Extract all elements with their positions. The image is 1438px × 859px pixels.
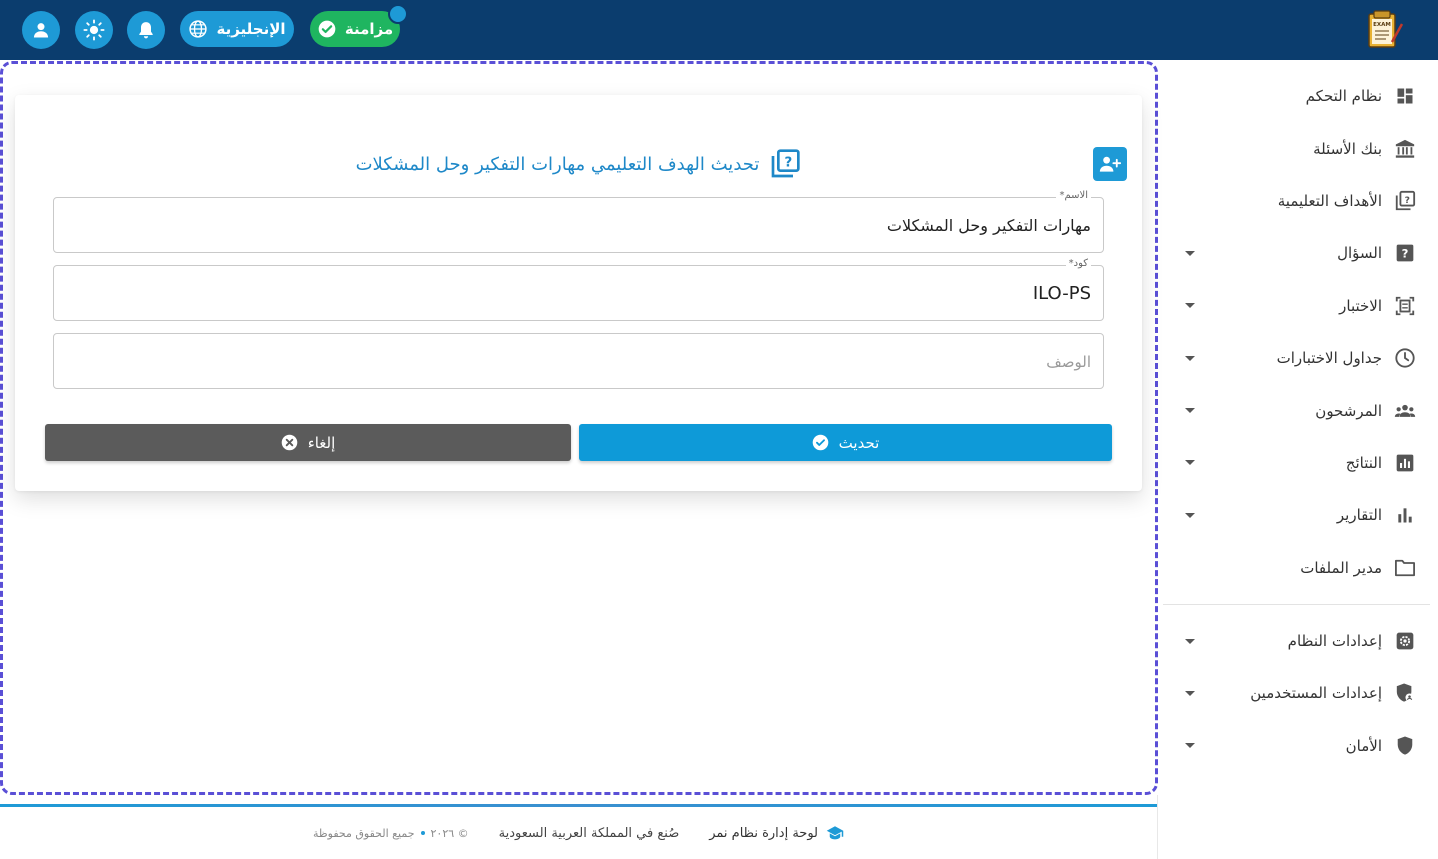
update-button[interactable]: تحديث (579, 424, 1112, 461)
chevron-down-icon (1185, 250, 1195, 256)
sidebar-item-question-bank[interactable]: بنك الأسئلة (1163, 122, 1438, 174)
sidebar-item-label: إعدادات النظام (1287, 632, 1382, 651)
sidebar-edge (1157, 795, 1158, 859)
chevron-down-icon (1185, 638, 1195, 644)
svg-text:?: ? (1405, 195, 1410, 206)
page-title: تحديث الهدف التعليمي مهارات التفكير وحل … (355, 153, 760, 175)
sidebar-item-exam[interactable]: الاختبار (1163, 280, 1438, 332)
sidebar-item-results[interactable]: النتائج (1163, 437, 1438, 489)
sidebar-item-label: بنك الأسئلة (1313, 139, 1382, 158)
sync-label: مزامنة (344, 20, 394, 38)
sidebar-item-file-manager[interactable]: مدير الملفات (1163, 542, 1438, 594)
chevron-down-icon (1185, 743, 1195, 749)
name-field: الاسم* (53, 190, 1104, 253)
update-objective-card: تحديث الهدف التعليمي مهارات التفكير وحل … (15, 95, 1142, 491)
rights-text: جميع الحقوق محفوظة (313, 826, 415, 840)
sidebar-item-question[interactable]: السؤال ? (1163, 227, 1438, 279)
settings-icon (1394, 630, 1416, 652)
description-input[interactable] (54, 334, 1103, 388)
sidebar-item-label: السؤال (1337, 244, 1382, 263)
cancel-button[interactable]: إلغاء (45, 424, 571, 461)
sidebar-item-label: إعدادات المستخدمين (1250, 684, 1382, 703)
app-logo: EXAM (1362, 8, 1406, 52)
footer-brand-text: لوحة إدارة نظام نمر (709, 825, 819, 841)
description-field (53, 333, 1104, 389)
chevron-down-icon (1185, 355, 1195, 361)
footer-made-in: صُنع في المملكة العربية السعودية (498, 825, 680, 841)
chevron-down-icon (1185, 460, 1195, 466)
theme-toggle-button[interactable] (75, 11, 113, 49)
sidebar-item-label: نظام التحكم (1305, 87, 1382, 106)
sidebar-item-learning-objectives[interactable]: الأهداف التعليمية ? (1163, 175, 1438, 227)
folder-icon (1394, 557, 1416, 579)
sidebar-item-dashboard[interactable]: نظام التحكم (1163, 70, 1438, 122)
code-field: كود* (53, 258, 1104, 321)
chevron-down-icon (1185, 690, 1195, 696)
bar-chart-icon (1394, 504, 1416, 526)
profile-button[interactable] (22, 11, 60, 49)
sync-status-dot (388, 4, 408, 24)
sidebar-item-label: النتائج (1345, 453, 1382, 472)
footer-dot (420, 831, 425, 835)
sidebar-item-exam-schedules[interactable]: جداول الاختبارات (1163, 332, 1438, 384)
question-book-icon: ? (1394, 190, 1416, 212)
dashboard-icon (1394, 85, 1416, 107)
sidebar-item-label: الأهداف التعليمية (1277, 191, 1382, 210)
user-icon (33, 23, 49, 38)
chevron-down-icon (1185, 303, 1195, 309)
question-book-icon: ? (772, 149, 801, 178)
language-label: الإنجليزية (216, 20, 286, 38)
form-header: تحديث الهدف التعليمي مهارات التفكير وحل … (15, 145, 1142, 183)
sidebar-item-label: المرشحون (1315, 401, 1382, 420)
question-icon: ? (1394, 242, 1416, 264)
bank-icon (1394, 138, 1416, 160)
user-shield-icon (1394, 682, 1416, 704)
chevron-down-icon (1185, 512, 1195, 518)
globe-icon (189, 20, 208, 38)
sidebar: نظام التحكم بنك الأسئلة الأهداف التعليمي… (1163, 70, 1438, 772)
sidebar-item-user-settings[interactable]: إعدادات المستخدمين (1163, 667, 1438, 719)
language-button[interactable]: الإنجليزية (180, 11, 294, 47)
cancel-label: إلغاء (307, 433, 336, 452)
name-input[interactable] (54, 198, 1103, 252)
shield-icon (1394, 735, 1416, 757)
sidebar-item-label: التقارير (1336, 506, 1382, 525)
close-circle-icon (281, 434, 297, 451)
sidebar-item-reports[interactable]: التقارير (1163, 489, 1438, 541)
update-label: تحديث (838, 433, 880, 452)
footer-brand: لوحة إدارة نظام نمر (709, 825, 844, 841)
sun-icon (83, 19, 105, 41)
footer: لوحة إدارة نظام نمر صُنع في المملكة العر… (0, 818, 1157, 848)
sidebar-item-candidates[interactable]: المرشحون (1163, 384, 1438, 436)
notifications-button[interactable] (127, 11, 165, 49)
sidebar-item-label: الاختبار (1339, 296, 1382, 315)
sync-button[interactable]: مزامنة (310, 11, 400, 47)
svg-text:?: ? (785, 156, 793, 171)
exam-icon (1394, 295, 1416, 317)
graduation-cap-icon (826, 826, 844, 840)
sidebar-item-system-settings[interactable]: إعدادات النظام (1163, 615, 1438, 667)
chevron-down-icon (1185, 408, 1195, 414)
sidebar-item-label: الأمان (1345, 736, 1382, 755)
clock-icon (1394, 347, 1416, 369)
results-icon (1394, 452, 1416, 474)
check-circle-icon (812, 434, 828, 451)
sidebar-item-security[interactable]: الأمان (1163, 720, 1438, 772)
footer-copyright: © ٢٠٢٦ جميع الحقوق محفوظة (313, 827, 469, 840)
sidebar-item-label: مدير الملفات (1300, 558, 1382, 577)
svg-text:EXAM: EXAM (1373, 22, 1391, 28)
footer-divider (0, 804, 1157, 807)
bell-icon (139, 22, 153, 39)
svg-text:?: ? (1402, 247, 1409, 261)
sidebar-divider (1163, 603, 1430, 605)
code-input[interactable] (54, 266, 1103, 320)
top-bar: الإنجليزية مزامنة EXAM (0, 0, 1438, 60)
check-circle-icon (318, 20, 336, 38)
group-icon (1394, 400, 1416, 422)
sidebar-item-label: جداول الاختبارات (1276, 349, 1382, 368)
copyright-year: © ٢٠٢٦ (430, 826, 469, 840)
